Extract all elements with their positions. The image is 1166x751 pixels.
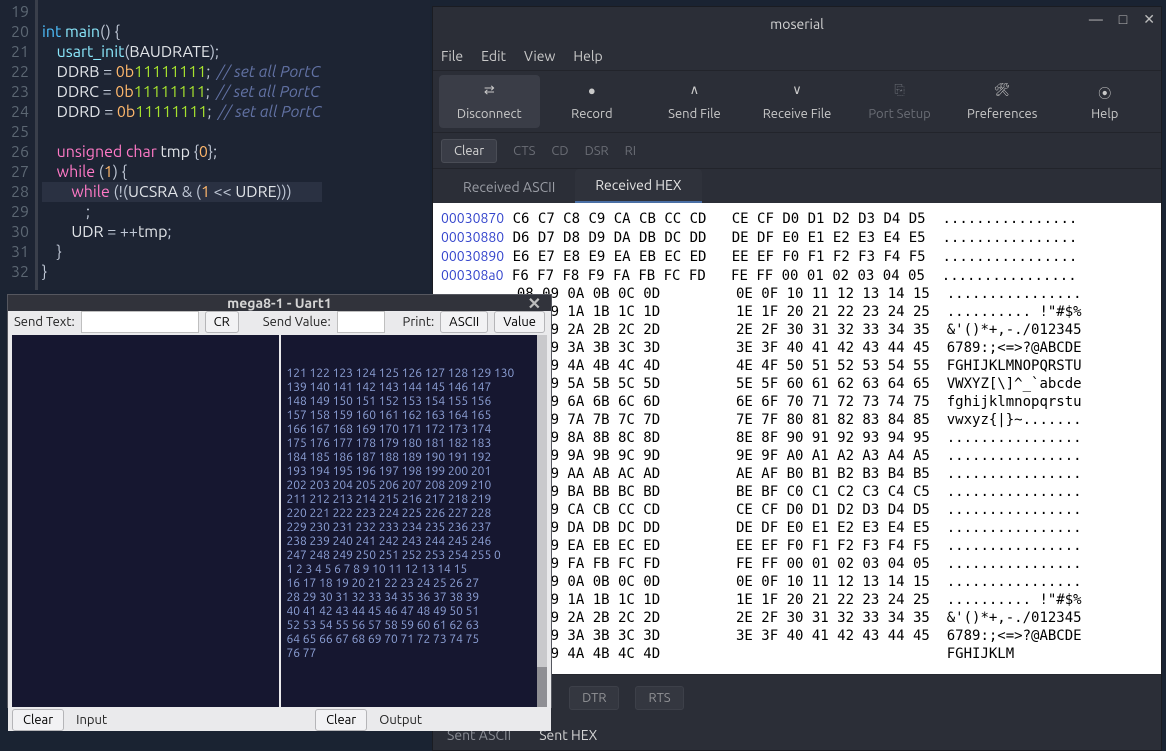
window-titlebar[interactable]: moserial — □ ✕ bbox=[433, 7, 1161, 41]
preferences-button[interactable]: 🛠 Preferences bbox=[952, 75, 1053, 128]
send-value-input[interactable] bbox=[337, 311, 385, 333]
send-file-button[interactable]: ∧ Send File bbox=[644, 75, 745, 128]
uart-titlebar[interactable]: mega8-1 - Uart1 ✕ bbox=[8, 295, 551, 311]
signal-cts: CTS bbox=[513, 144, 535, 158]
disconnect-icon: ⇄ bbox=[479, 83, 499, 103]
line-gutter: 1920212223242526272829303132 bbox=[0, 0, 38, 290]
tab-received-ascii[interactable]: Received ASCII bbox=[443, 171, 575, 203]
toolbar: ⇄ Disconnect ● Record ∧ Send File ∨ Rece… bbox=[433, 71, 1161, 133]
port-icon: ⎘ bbox=[890, 83, 910, 103]
scrollbar-thumb[interactable] bbox=[537, 667, 547, 707]
record-button[interactable]: ● Record bbox=[542, 75, 643, 128]
clear-output-button[interactable]: Clear bbox=[315, 709, 367, 731]
cr-button[interactable]: CR bbox=[205, 311, 239, 333]
output-pane[interactable]: 121 122 123 124 125 126 127 128 129 130 … bbox=[281, 335, 548, 707]
menu-view[interactable]: View bbox=[524, 48, 555, 64]
close-button[interactable]: ✕ bbox=[1143, 11, 1155, 28]
output-label: Output bbox=[373, 713, 428, 727]
input-pane[interactable] bbox=[12, 335, 279, 707]
scrollbar[interactable] bbox=[537, 335, 547, 707]
download-icon: ∨ bbox=[787, 83, 807, 103]
code-area[interactable]: int main() { usart_init(BAUDRATE); DDRB … bbox=[42, 2, 322, 302]
menubar: File Edit View Help bbox=[433, 41, 1161, 71]
uart-bottom: Clear Input Clear Output bbox=[8, 709, 551, 731]
send-text-label: Send Text: bbox=[14, 315, 75, 329]
menu-edit[interactable]: Edit bbox=[481, 48, 506, 64]
record-icon: ● bbox=[582, 83, 602, 103]
clear-button[interactable]: Clear bbox=[441, 139, 497, 163]
upload-icon: ∧ bbox=[684, 83, 704, 103]
print-mode-button[interactable]: ASCII bbox=[440, 311, 488, 333]
signal-cd: CD bbox=[551, 144, 568, 158]
signal-ri: RI bbox=[625, 144, 636, 158]
menu-help[interactable]: Help bbox=[573, 48, 602, 64]
print-label: Print: bbox=[403, 315, 435, 329]
code-editor: 1920212223242526272829303132 int main() … bbox=[0, 0, 430, 290]
port-setup-button[interactable]: ⎘ Port Setup bbox=[849, 75, 950, 128]
output-text: 121 122 123 124 125 126 127 128 129 130 … bbox=[287, 367, 542, 661]
rts-button[interactable]: RTS bbox=[635, 686, 683, 710]
receive-tabs: Received ASCII Received HEX bbox=[433, 169, 1161, 203]
uart-title: mega8-1 - Uart1 bbox=[227, 295, 332, 311]
send-value-label: Send Value: bbox=[263, 315, 331, 329]
close-icon[interactable]: ✕ bbox=[528, 294, 541, 313]
minimize-button[interactable]: — bbox=[1089, 11, 1103, 28]
uart-toolbar: Send Text: CR Send Value: Print: ASCII V… bbox=[8, 311, 551, 333]
help-button[interactable]: ⦿ Help bbox=[1054, 75, 1155, 128]
help-icon: ⦿ bbox=[1095, 83, 1115, 103]
dtr-button[interactable]: DTR bbox=[569, 686, 619, 710]
maximize-button[interactable]: □ bbox=[1119, 11, 1127, 28]
disconnect-button[interactable]: ⇄ Disconnect bbox=[439, 75, 540, 128]
value-button[interactable]: Value bbox=[494, 311, 545, 333]
tools-icon: 🛠 bbox=[992, 83, 1012, 103]
input-label: Input bbox=[70, 713, 113, 727]
tab-received-hex[interactable]: Received HEX bbox=[575, 169, 701, 203]
uart-window: mega8-1 - Uart1 ✕ Send Text: CR Send Val… bbox=[7, 294, 552, 708]
signal-bar: Clear CTS CD DSR RI bbox=[433, 133, 1161, 169]
signal-dsr: DSR bbox=[585, 144, 609, 158]
send-text-input[interactable] bbox=[81, 311, 199, 333]
window-title: moserial bbox=[770, 16, 824, 32]
receive-file-button[interactable]: ∨ Receive File bbox=[747, 75, 848, 128]
menu-file[interactable]: File bbox=[441, 48, 463, 64]
clear-input-button[interactable]: Clear bbox=[12, 709, 64, 731]
uart-panes: 121 122 123 124 125 126 127 128 129 130 … bbox=[8, 333, 551, 709]
